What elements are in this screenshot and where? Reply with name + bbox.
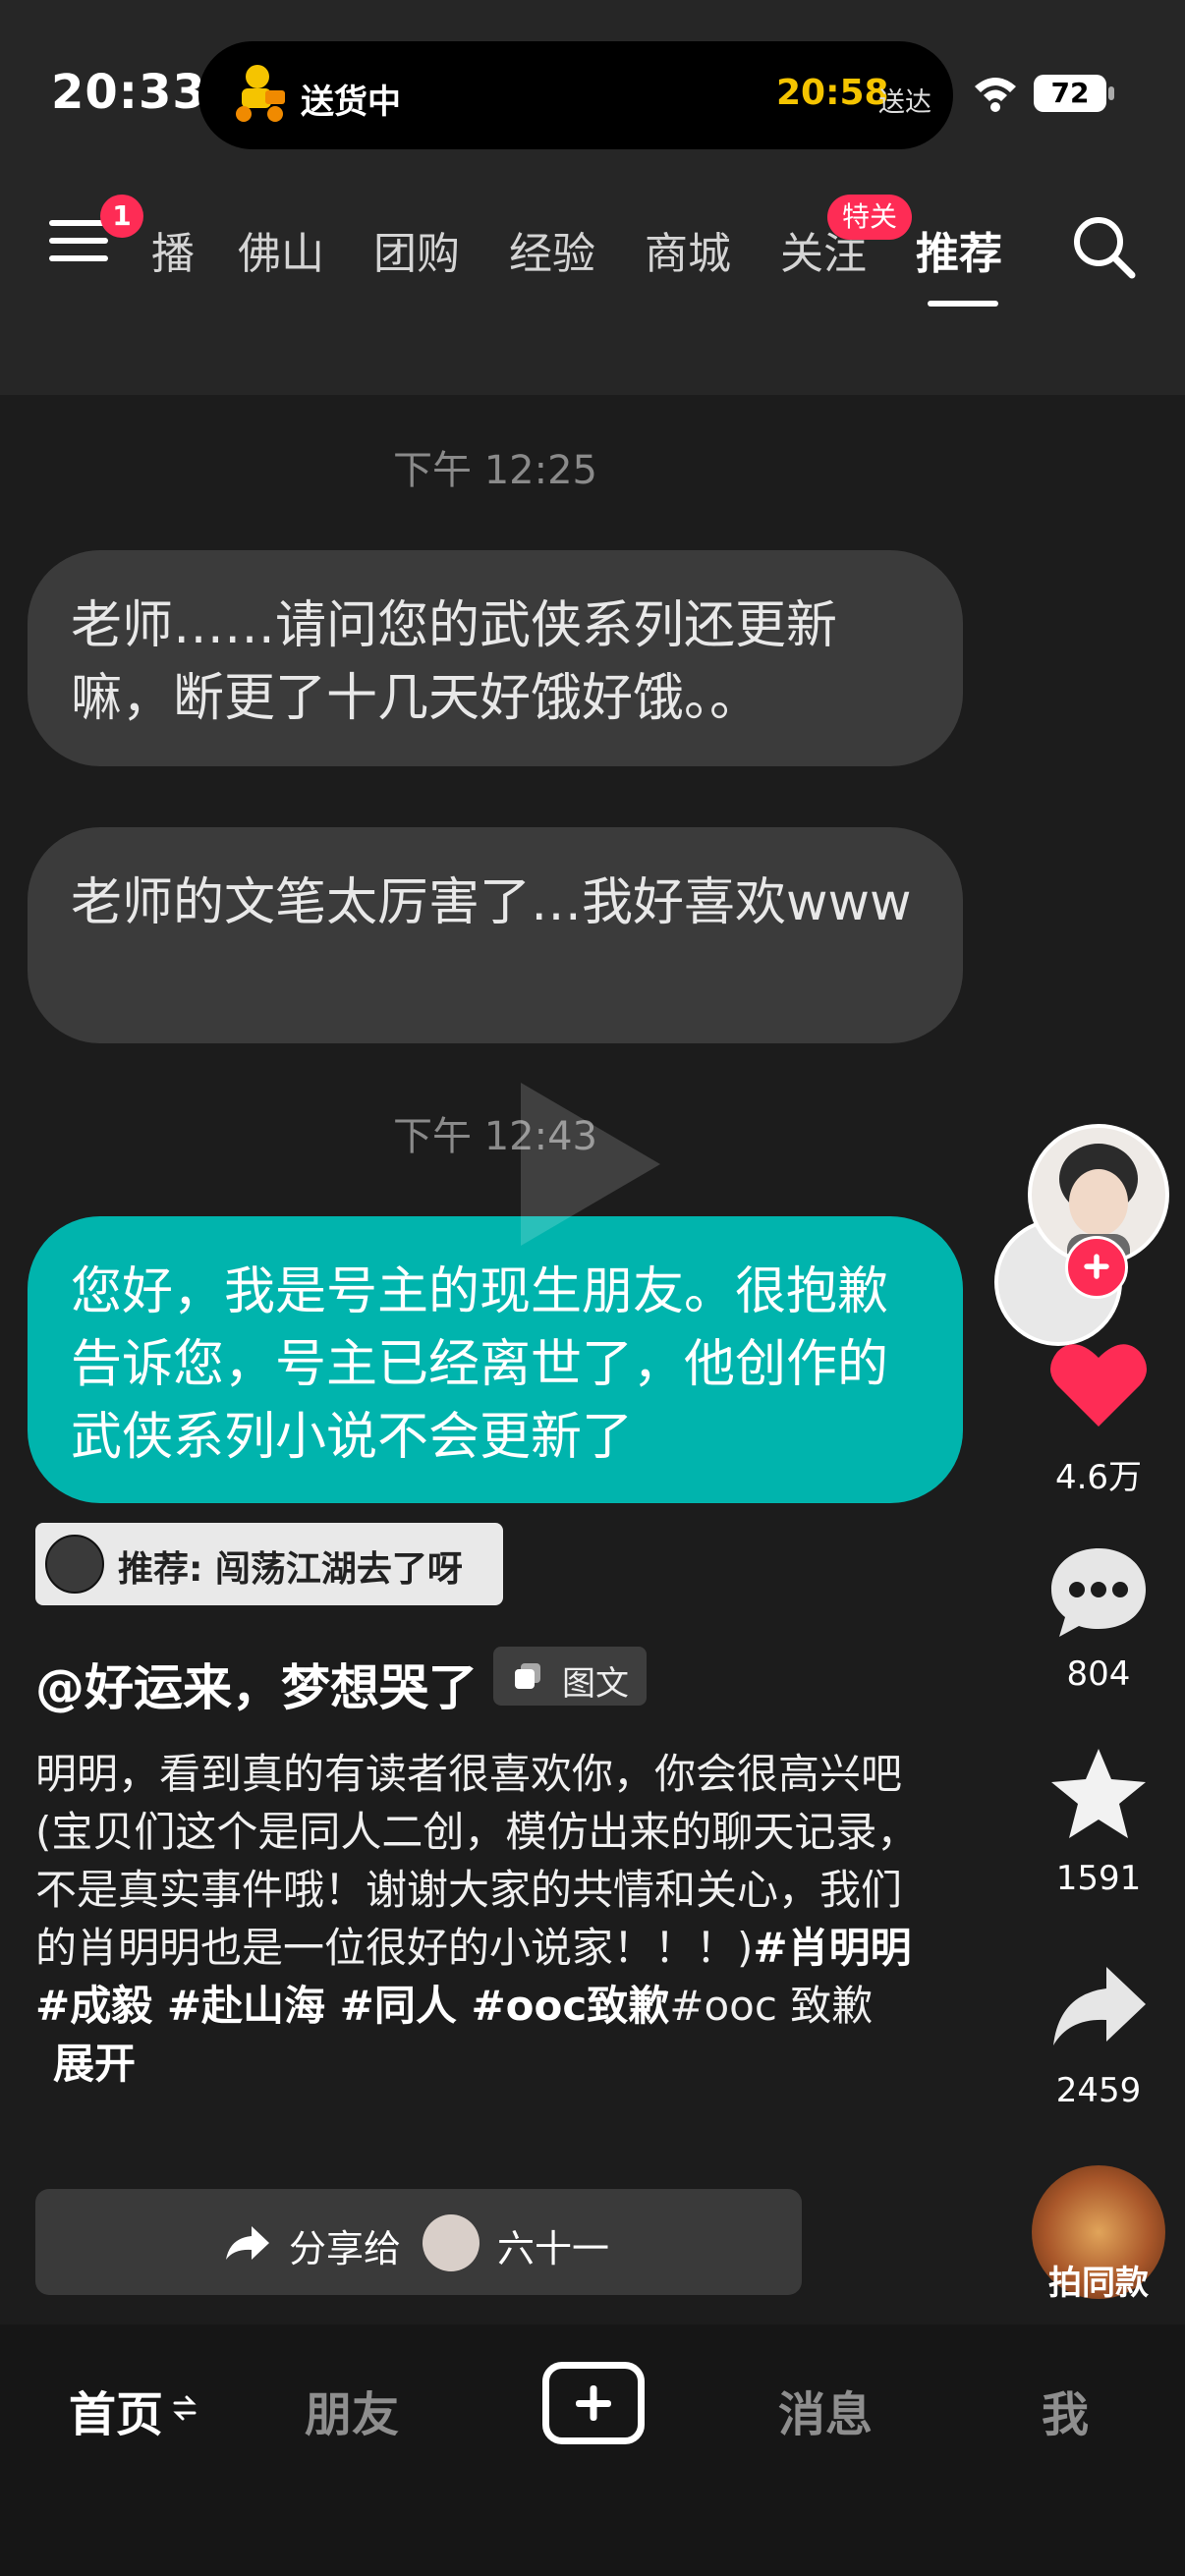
plus-icon	[576, 2385, 611, 2421]
nav-friends[interactable]: 朋友	[305, 2376, 399, 2444]
battery-cap	[1108, 86, 1114, 100]
chat-timestamp: 下午 12:25	[393, 448, 597, 493]
nav-messages[interactable]: 消息	[778, 2376, 873, 2444]
courier-icon	[236, 65, 285, 122]
chat-message-bubble: 老师……请问您的武侠系列还更新嘛，断更了十几天好饿好饿。。	[28, 550, 963, 766]
menu-icon[interactable]	[49, 220, 108, 267]
post-type-label: 图文	[562, 1664, 629, 1704]
switch-arrows-icon[interactable]	[173, 2393, 197, 2423]
status-time: 20:33	[51, 65, 206, 120]
delivery-eta-label: 送达	[878, 87, 931, 118]
expand-button[interactable]: 展开	[53, 2040, 136, 2088]
delivery-status: 送货中	[301, 83, 401, 122]
follow-plus-icon[interactable]	[1065, 1236, 1128, 1299]
share-arrow-icon	[226, 2226, 269, 2260]
make-same-label[interactable]: 拍同款	[1018, 2256, 1179, 2304]
tab-live[interactable]: 播	[151, 218, 195, 281]
battery-level: 72	[1050, 77, 1090, 109]
star-icon[interactable]	[1047, 1747, 1150, 1841]
tab-mall[interactable]: 商城	[645, 218, 731, 281]
description-tail: #ooc 致歉	[669, 1982, 874, 2030]
avatar	[45, 1535, 104, 1594]
tab-experience[interactable]: 经验	[509, 218, 595, 281]
recommend-label: 推荐: 闯荡江湖去了呀	[118, 1549, 463, 1590]
post-description: 明明，看到真的有读者很喜欢你，你会很高兴吧 (宝贝们这个是同人二创，模仿出来的聊…	[35, 1745, 920, 2093]
avatar	[423, 2214, 480, 2271]
heart-icon[interactable]	[1047, 1336, 1150, 1430]
search-icon[interactable]	[1069, 212, 1138, 281]
share-friend-name: 六十一	[497, 2227, 610, 2270]
tab-group-buy[interactable]: 团购	[373, 218, 460, 281]
menu-notification-badge: 1	[100, 195, 143, 238]
battery-icon: 72	[1034, 75, 1106, 112]
recommend-chip[interactable]: 推荐: 闯荡江湖去了呀	[35, 1523, 503, 1605]
nav-me[interactable]: 我	[1042, 2376, 1089, 2444]
tab-recommend[interactable]: 推荐	[916, 218, 1002, 281]
share-icon[interactable]	[1047, 1961, 1150, 2055]
tab-foshan[interactable]: 佛山	[238, 218, 324, 281]
post-type-badge: 图文	[493, 1647, 647, 1706]
chat-timestamp: 下午 12:43	[393, 1114, 597, 1159]
chat-reply-bubble: 您好，我是号主的现生朋友。很抱歉告诉您，号主已经离世了，他创作的武侠系列小说不会…	[28, 1216, 963, 1503]
special-follow-badge: 特关	[827, 195, 912, 240]
image-text-icon	[515, 1663, 540, 1689]
share-label: 分享给	[289, 2227, 402, 2270]
share-count: 2459	[1055, 2071, 1142, 2110]
like-count: 4.6万	[1054, 1458, 1143, 1497]
active-tab-indicator	[928, 301, 998, 307]
chat-message-bubble: 老师的文笔太厉害了…我好喜欢www	[28, 827, 963, 1043]
wifi-icon	[975, 78, 1016, 112]
create-button[interactable]	[542, 2362, 645, 2444]
comment-icon[interactable]	[1047, 1544, 1150, 1639]
favorite-count: 1591	[1055, 1859, 1142, 1898]
play-icon[interactable]	[511, 1071, 670, 1258]
author-name[interactable]: @好运来，梦想哭了	[35, 1649, 478, 1719]
delivery-eta-time: 20:58	[776, 73, 889, 113]
nav-home[interactable]: 首页	[69, 2376, 163, 2444]
comment-count: 804	[1066, 1654, 1131, 1694]
share-to-friend-button[interactable]: 分享给 六十一	[35, 2189, 802, 2295]
